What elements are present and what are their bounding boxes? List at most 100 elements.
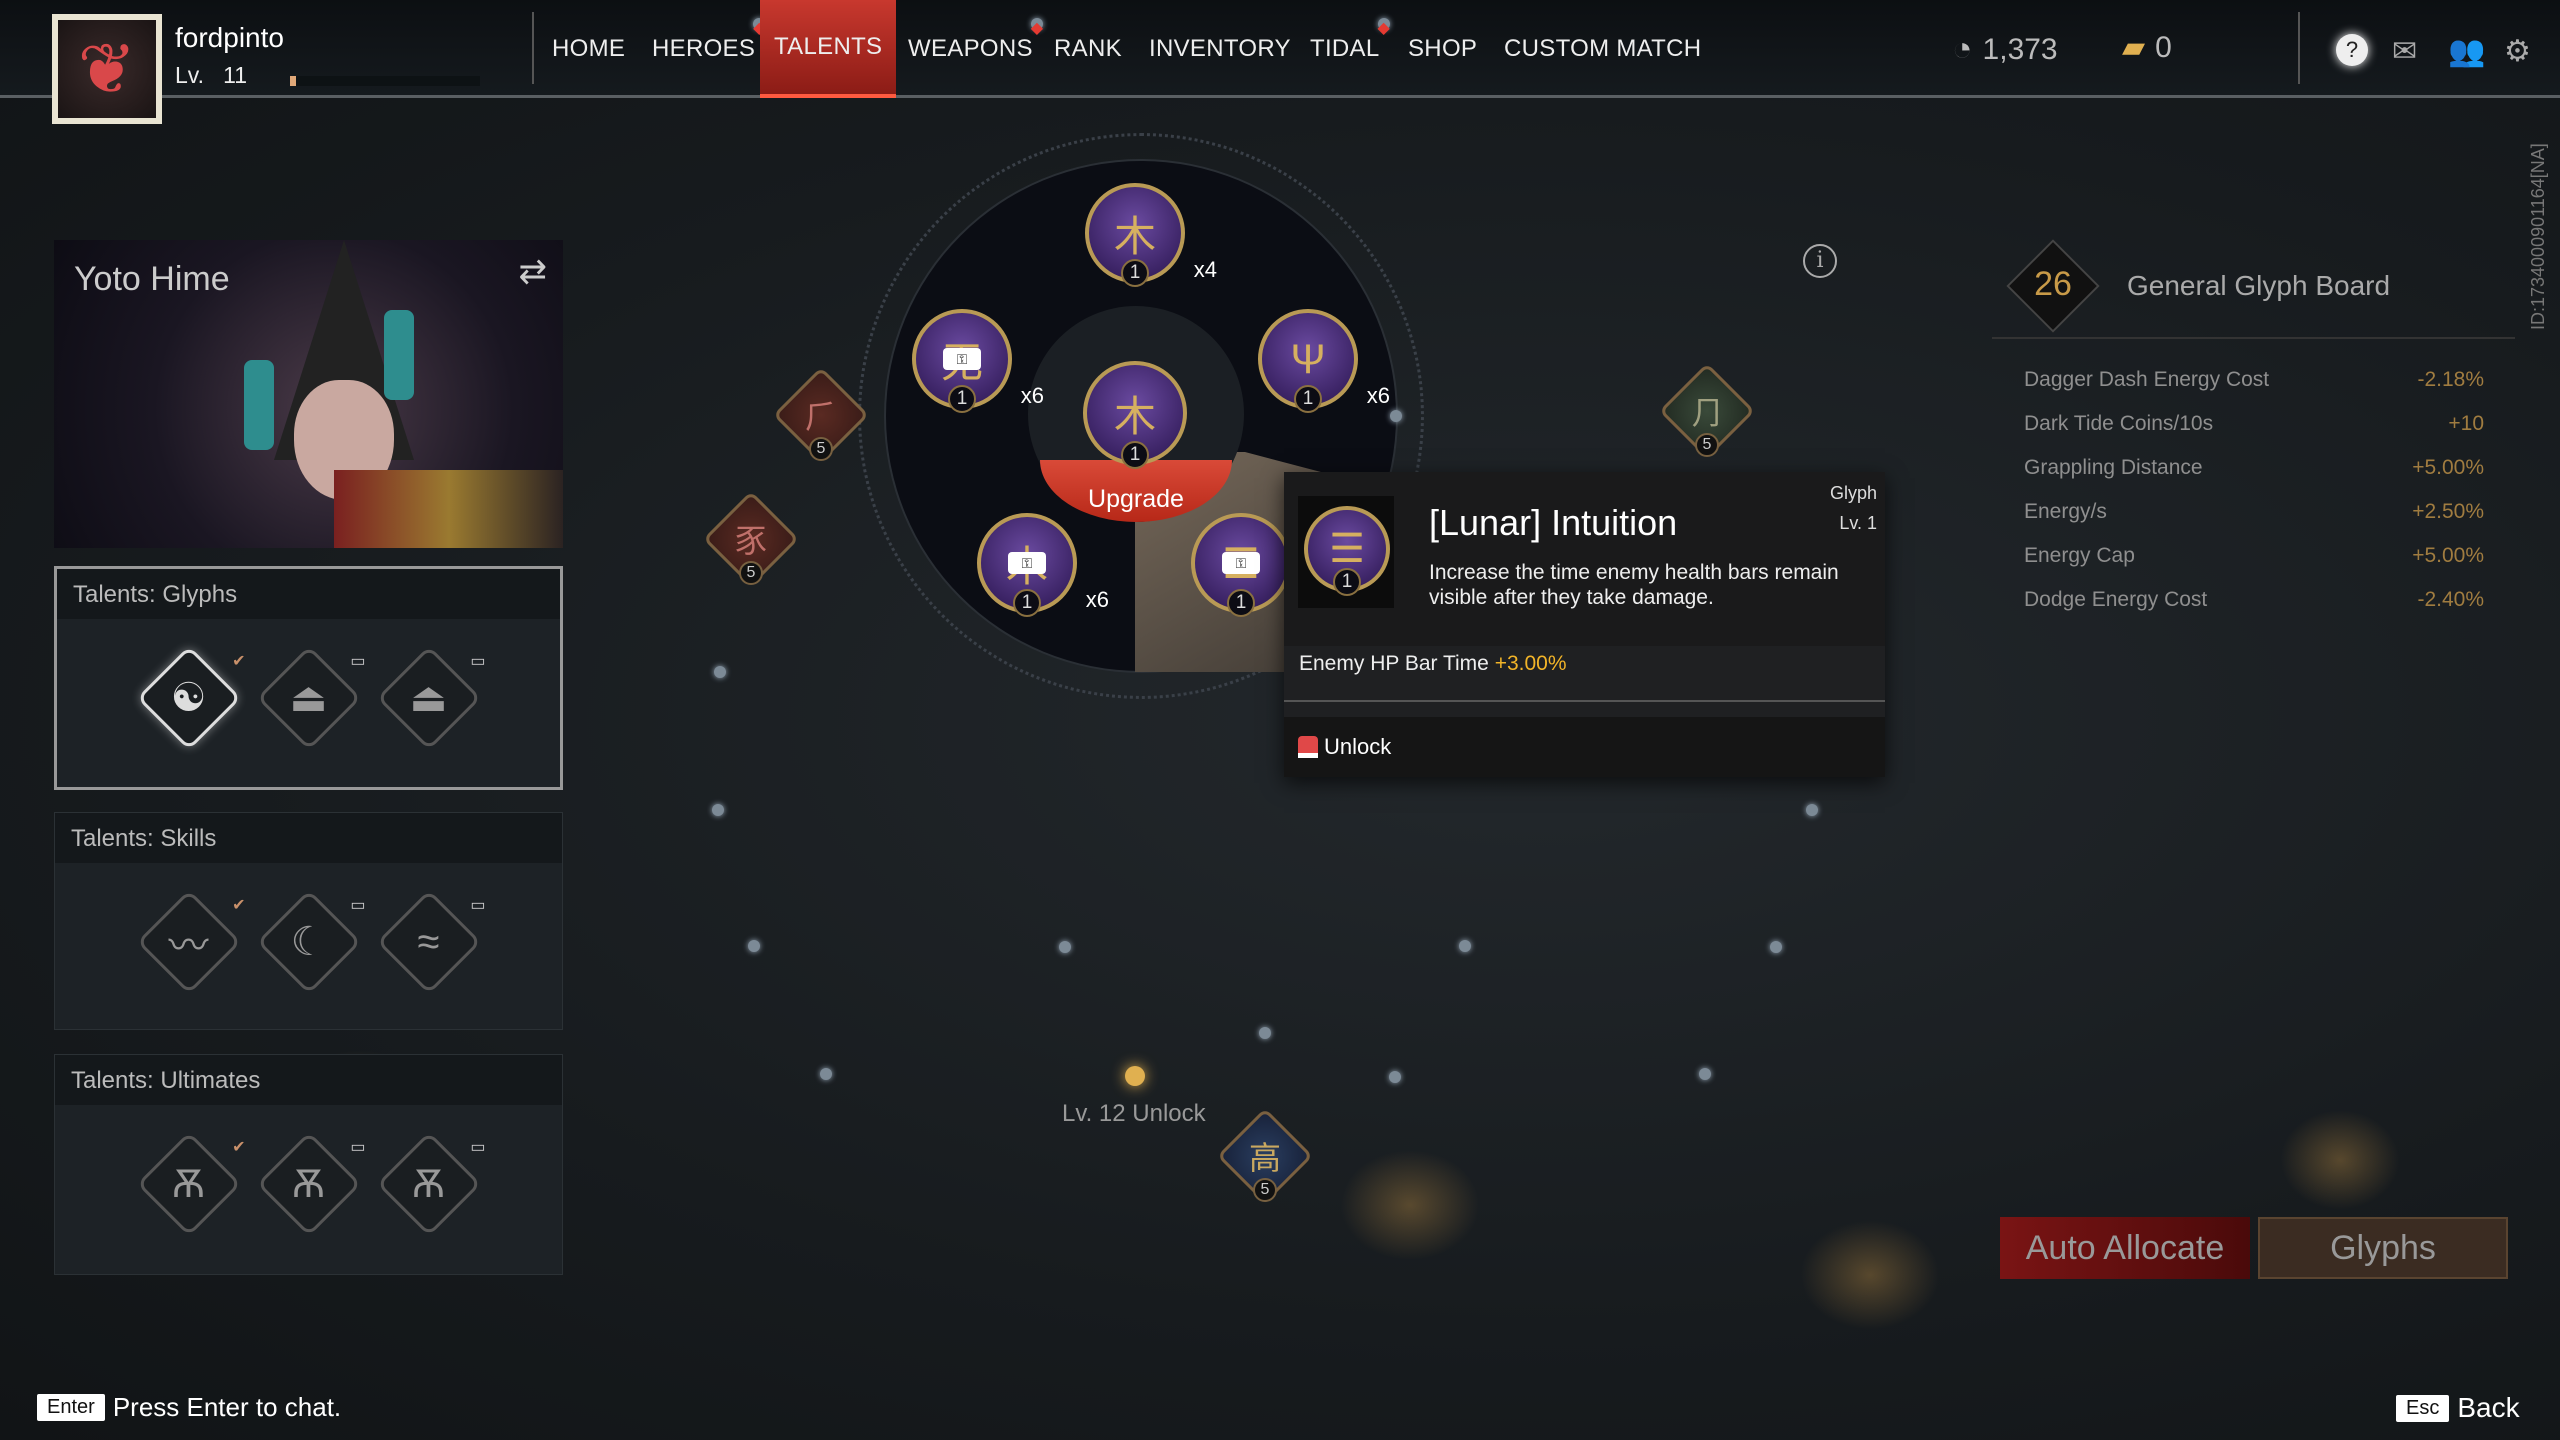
- board-path-node[interactable]: [1059, 941, 1071, 953]
- nav-talents[interactable]: TALENTS: [760, 0, 897, 98]
- outer-glyph-node[interactable]: ⺁ 5: [772, 366, 870, 464]
- panel-title: Talents: Ultimates: [55, 1055, 562, 1105]
- lock-icon: ▭: [350, 653, 366, 670]
- avatar[interactable]: ❦: [52, 14, 162, 124]
- lock-icon: ▭: [350, 897, 366, 914]
- swap-hero-icon[interactable]: ⇄: [519, 252, 548, 292]
- board-path-node[interactable]: [1699, 1068, 1711, 1080]
- emblem-icon: ❦: [58, 20, 156, 118]
- tomoe-icon: ☯: [170, 676, 207, 720]
- hero-portrait-detail: [244, 360, 274, 450]
- glyph-board-stat: Energy Cap +5.00%: [2024, 544, 2484, 567]
- level-unlock-label: Lv. 12 Unlock: [1062, 1100, 1206, 1127]
- username: fordpinto: [175, 22, 284, 53]
- glyph-talent-slot[interactable]: ☯ ✔: [136, 645, 246, 751]
- glyph-node-bottom-right[interactable]: ☰⚿1x: [1191, 513, 1323, 617]
- lock-icon: ▭: [470, 653, 486, 670]
- dragon-icon: Ѫ: [171, 1161, 206, 1206]
- pillar-icon: ⏏: [409, 676, 448, 720]
- talents-glyphs-panel[interactable]: Talents: Glyphs ☯ ✔ ⏏ ▭ ⏏ ▭: [54, 566, 563, 790]
- settings-icon[interactable]: ⚙: [2504, 34, 2531, 69]
- tooltip-glyph-icon: ☰ 1: [1298, 496, 1394, 608]
- session-id: ID:1734000901164[NA]: [2528, 143, 2548, 330]
- board-path-node[interactable]: [1389, 1071, 1401, 1083]
- help-icon[interactable]: ?: [2336, 34, 2368, 66]
- lock-icon: ▭: [470, 897, 486, 914]
- skill-talent-slot[interactable]: ≈ ▭: [376, 889, 486, 995]
- friends-icon[interactable]: 👥: [2448, 34, 2485, 69]
- tooltip-type: Glyph Lv. 1: [1829, 483, 1877, 533]
- slash-icon: ≈: [417, 919, 440, 964]
- unlock-action[interactable]: Unlock: [1284, 717, 1885, 777]
- glyph-talent-slot[interactable]: ⏏ ▭: [376, 645, 486, 751]
- alert-icon: ◆: [1377, 18, 1391, 37]
- info-icon[interactable]: i: [1803, 244, 1837, 278]
- hero-name: Yoto Hime: [74, 260, 230, 298]
- outer-glyph-node[interactable]: ⺆ 5: [1658, 362, 1756, 460]
- slash-icon: 〰: [168, 924, 209, 968]
- board-path-node[interactable]: [1259, 1027, 1271, 1039]
- glyph-board-stat: Grappling Distance +5.00%: [2024, 456, 2484, 479]
- board-path-node[interactable]: [1459, 940, 1471, 952]
- nav-tidal[interactable]: TIDAL ◆: [1296, 0, 1394, 98]
- auto-allocate-button[interactable]: Auto Allocate: [2000, 1217, 2250, 1279]
- lock-icon: ▭: [470, 1139, 486, 1156]
- divider: [2298, 12, 2300, 84]
- nav-custom-match[interactable]: CUSTOM MATCH: [1490, 0, 1715, 98]
- mail-icon[interactable]: ✉: [2392, 34, 2417, 69]
- dragon-icon: Ѫ: [411, 1161, 446, 1206]
- tooltip-description: Increase the time enemy health bars rema…: [1429, 561, 1839, 609]
- nav-inventory[interactable]: INVENTORY: [1135, 0, 1305, 98]
- nav-heroes[interactable]: HEROES◆: [638, 0, 769, 98]
- top-bar: ❦ fordpinto Lv. 11 HOMEHEROES◆TALENTSWEA…: [0, 0, 2560, 124]
- user-level: Lv. 11: [175, 62, 248, 88]
- unlock-key-icon: [1298, 736, 1318, 758]
- skill-talent-slot[interactable]: 〰 ✔: [136, 889, 246, 995]
- outer-glyph-node[interactable]: ⾗ 5: [702, 490, 800, 588]
- back-button[interactable]: Esc Back: [2396, 1392, 2520, 1424]
- tooltip-title: [Lunar] Intuition: [1429, 502, 1678, 543]
- glyphs-button[interactable]: Glyphs: [2258, 1217, 2508, 1279]
- outer-glyph-node[interactable]: ⾼ 5: [1216, 1107, 1314, 1205]
- glyph-rune-icon: ⺆: [1690, 395, 1723, 431]
- talents-skills-panel[interactable]: Talents: Skills 〰 ✔ ☾ ▭ ≈ ▭: [54, 812, 563, 1030]
- nav-home[interactable]: HOME: [538, 0, 639, 98]
- ultimate-talent-slot[interactable]: Ѫ ▭: [256, 1131, 366, 1237]
- board-path-node[interactable]: [712, 804, 724, 816]
- board-path-node[interactable]: [1770, 941, 1782, 953]
- ultimate-talent-slot[interactable]: Ѫ ✔: [136, 1131, 246, 1237]
- talents-ultimates-panel[interactable]: Talents: Ultimates Ѫ ✔ Ѫ ▭ Ѫ ▭: [54, 1054, 563, 1275]
- unlock-node[interactable]: [1125, 1066, 1145, 1086]
- skill-talent-slot[interactable]: ☾ ▭: [256, 889, 366, 995]
- slash-icon: ☾: [290, 920, 327, 964]
- glyph-ladder-icon: ☰ 1: [1304, 506, 1390, 596]
- glyph-talent-slot[interactable]: ⏏ ▭: [256, 645, 366, 751]
- glyph-node-right[interactable]: Ψ 1 x6: [1258, 309, 1390, 413]
- gold-bar-icon: ▰: [2122, 31, 2146, 64]
- lock-icon: ⚿: [1008, 552, 1046, 574]
- chat-hint[interactable]: Enter Press Enter to chat.: [37, 1392, 341, 1423]
- check-icon: ✔: [232, 897, 246, 914]
- glyph-board-title: General Glyph Board: [2127, 270, 2391, 301]
- board-level: 26: [2034, 265, 2072, 303]
- nav-shop[interactable]: SHOP: [1394, 0, 1491, 98]
- board-path-node[interactable]: [1806, 804, 1818, 816]
- panel-title: Talents: Glyphs: [57, 569, 560, 619]
- glyph-node-left[interactable]: ⽆⚿1x6: [912, 309, 1044, 413]
- board-path-node[interactable]: [820, 1068, 832, 1080]
- board-path-node[interactable]: [1390, 410, 1402, 422]
- divider: [1992, 337, 2515, 339]
- center-glyph-node[interactable]: ⽊ 1: [1083, 361, 1187, 469]
- nav-weapons[interactable]: WEAPONS ◆: [894, 0, 1047, 98]
- ultimate-talent-slot[interactable]: Ѫ ▭: [376, 1131, 486, 1237]
- hero-portrait-detail: [384, 310, 414, 400]
- board-path-node[interactable]: [748, 940, 760, 952]
- glyph-board-stat: Dodge Energy Cost -2.40%: [2024, 588, 2484, 611]
- esc-key: Esc: [2396, 1394, 2450, 1422]
- glyph-node-bottom-left[interactable]: ⽊⚿1x6: [977, 513, 1109, 617]
- glyph-board-stat: Energy/s +2.50%: [2024, 500, 2484, 523]
- board-path-node[interactable]: [714, 666, 726, 678]
- check-icon: ✔: [232, 653, 246, 670]
- nav-rank[interactable]: RANK: [1040, 0, 1136, 98]
- glyph-node-top[interactable]: ⽊ 1 x4: [1085, 183, 1217, 287]
